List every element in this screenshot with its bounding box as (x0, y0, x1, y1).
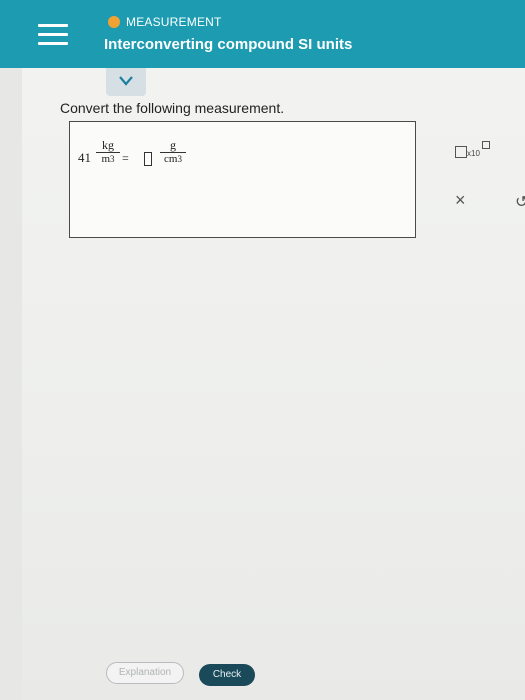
given-value: 41 (78, 150, 91, 165)
equals-sign: = (122, 151, 129, 165)
check-button[interactable]: Check (199, 664, 255, 686)
progress-dot-icon (108, 16, 120, 28)
left-denominator-exponent: 3 (110, 154, 115, 164)
exponent-box-icon (482, 141, 490, 149)
scientific-notation-button[interactable]: x10 (451, 140, 491, 164)
answer-input-box[interactable] (144, 152, 152, 166)
right-unit-numerator: g (170, 138, 176, 152)
left-unit-numerator: kg (102, 138, 114, 152)
mantissa-box-icon (455, 146, 467, 158)
undo-icon[interactable]: ↺ (515, 192, 525, 212)
topic-category: MEASUREMENT (126, 15, 222, 29)
hamburger-menu-icon[interactable] (38, 24, 68, 46)
question-prompt: Convert the following measurement. (60, 100, 285, 116)
times-ten-label: x10 (467, 149, 480, 158)
answer-area: 41 kg m3 = g cm3 (69, 121, 416, 238)
left-unit-denominator: m (101, 153, 111, 165)
right-denominator-exponent: 3 (177, 154, 182, 164)
left-unit-fraction: kg m3 (96, 138, 120, 165)
right-unit-denominator: cm (164, 153, 178, 165)
expand-toggle-button[interactable] (106, 68, 146, 96)
right-unit-fraction: g cm3 (160, 138, 186, 165)
explanation-button[interactable]: Explanation (106, 662, 184, 684)
clear-button[interactable]: × (455, 190, 466, 211)
header-bar: MEASUREMENT Interconverting compound SI … (0, 0, 525, 68)
chevron-down-icon (119, 76, 133, 86)
page-title: Interconverting compound SI units (104, 36, 353, 53)
